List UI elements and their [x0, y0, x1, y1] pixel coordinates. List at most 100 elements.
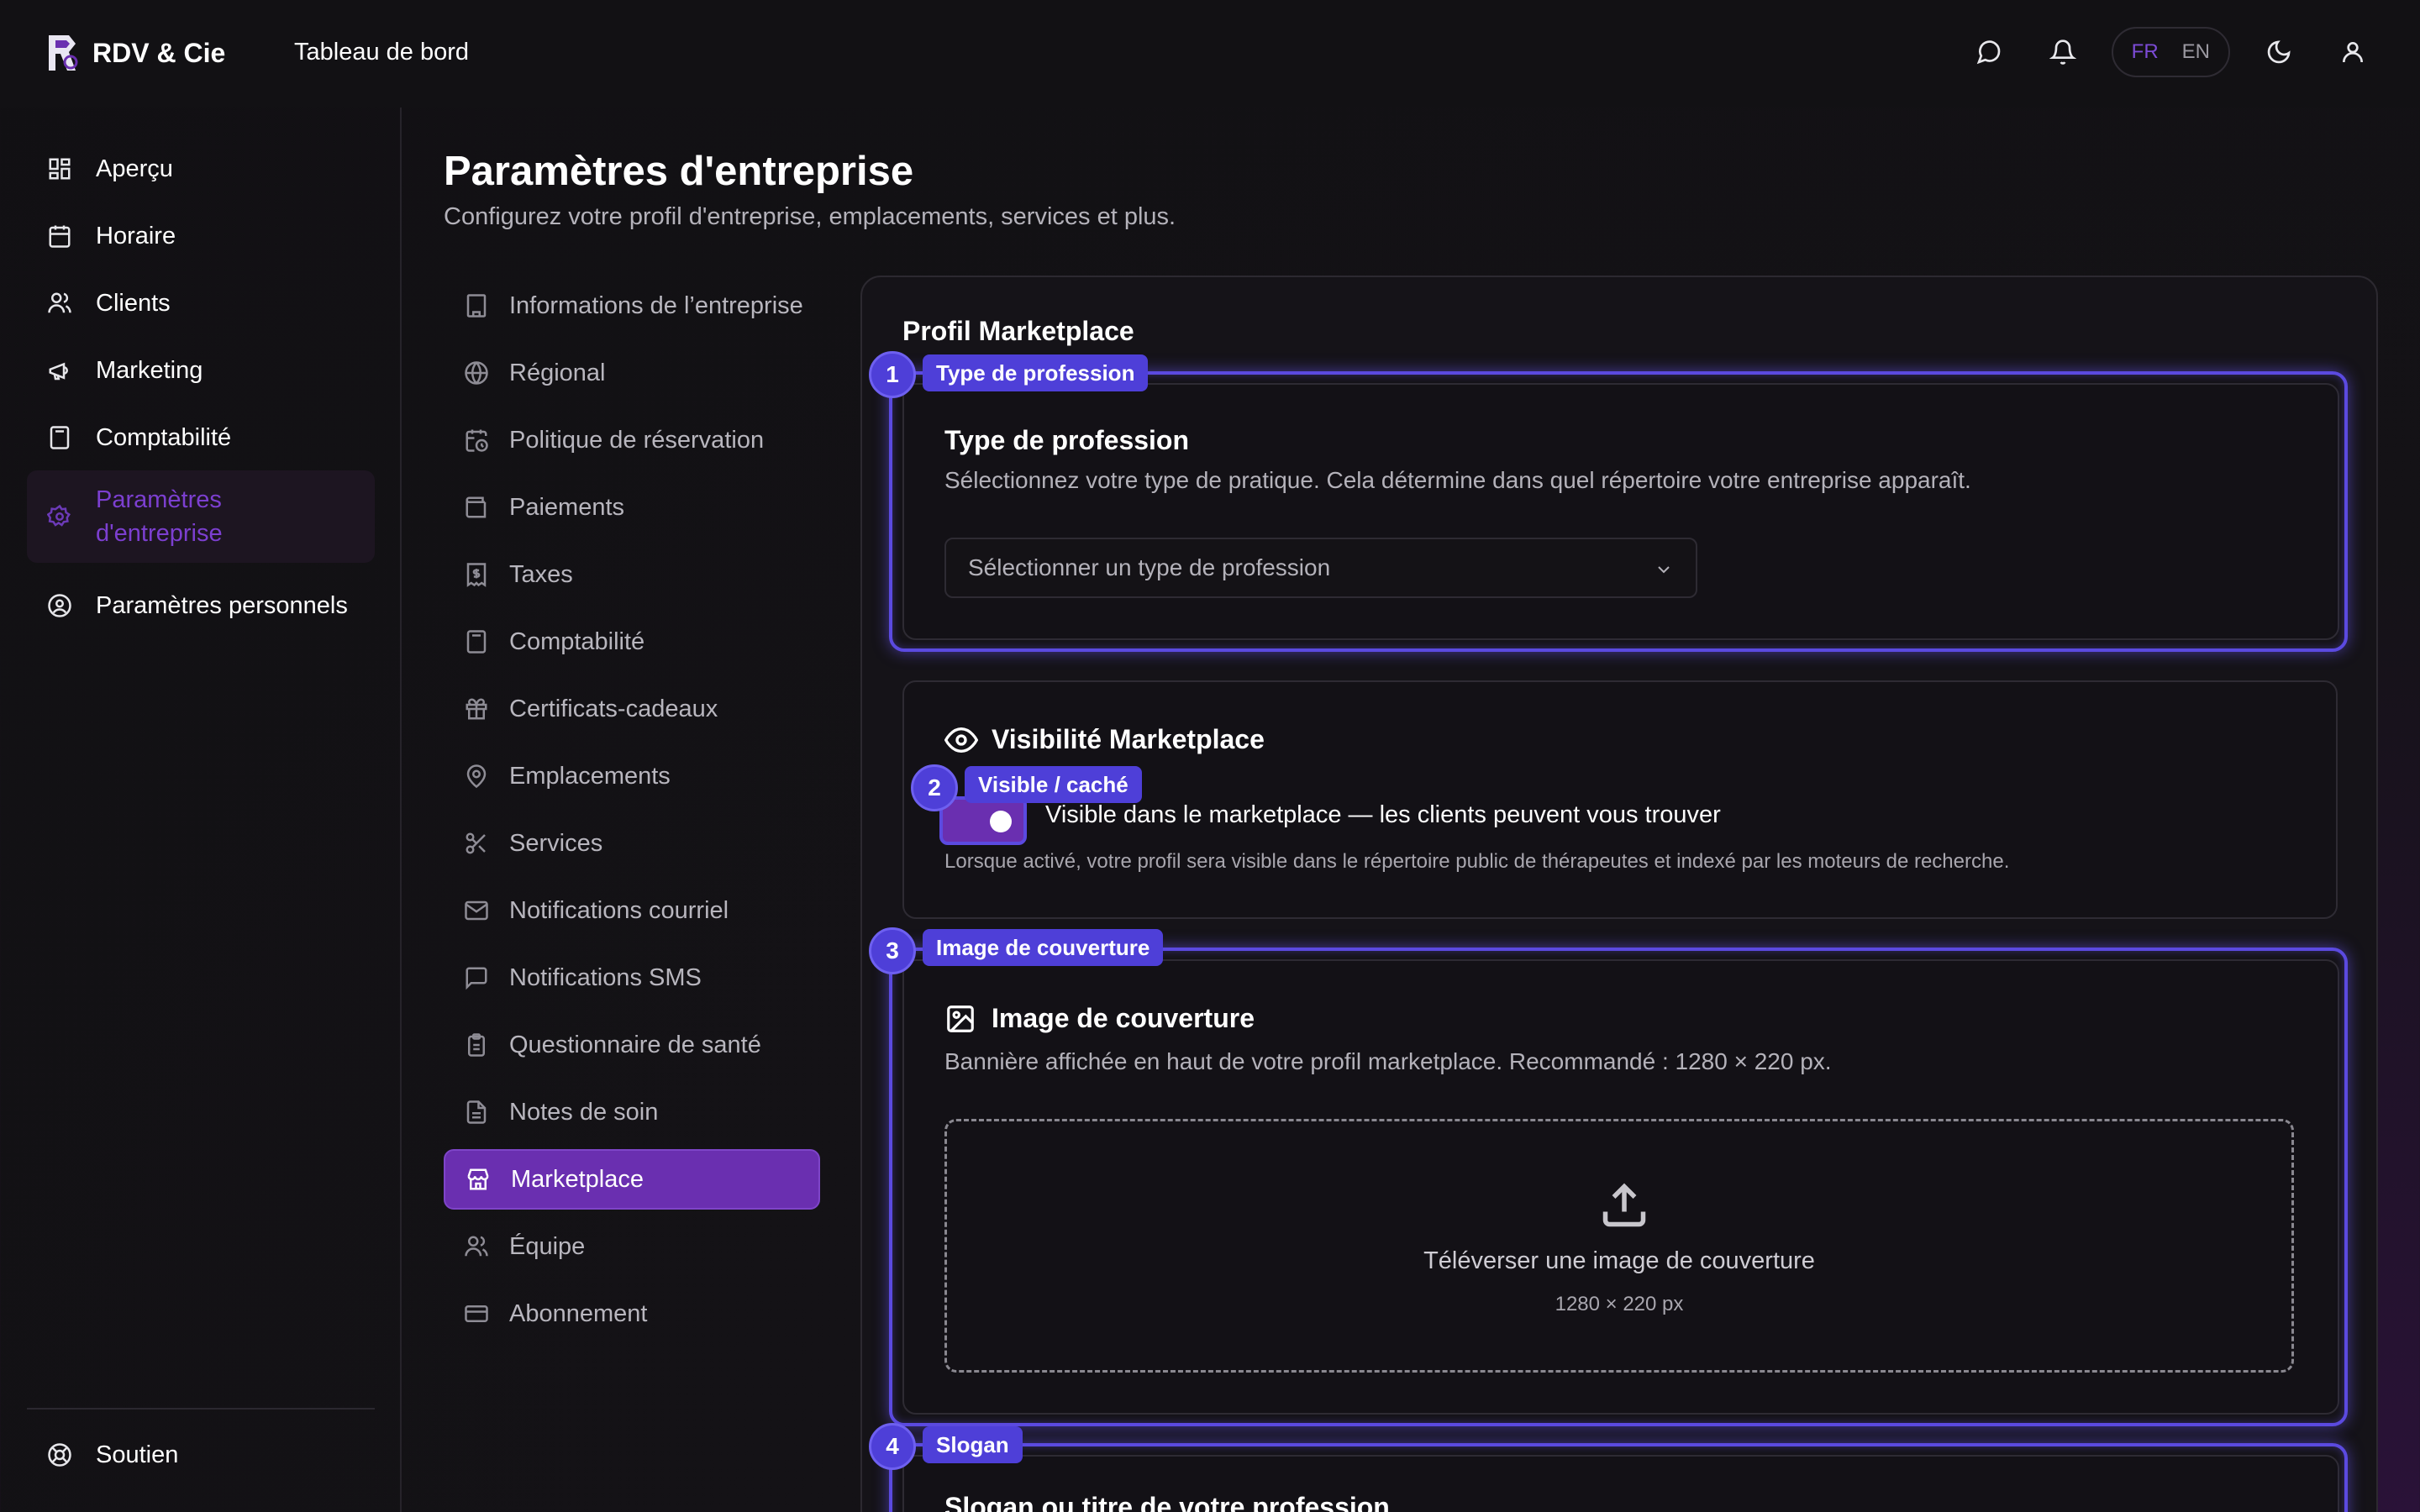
user-icon	[2343, 42, 2363, 63]
profession-select-value: Sélectionner un type de profession	[968, 554, 1331, 580]
visibility-toggle[interactable]	[939, 796, 1027, 845]
settings-nav-taxes[interactable]: Taxes	[444, 544, 820, 605]
settings-nav-regional[interactable]: Régional	[444, 343, 820, 403]
step-badge-1: 1	[869, 351, 916, 398]
life-buoy-icon	[48, 1443, 71, 1467]
settings-nav-label: Services	[509, 829, 603, 857]
user-circle-icon	[48, 594, 71, 617]
settings-nav-marketplace[interactable]: Marketplace	[444, 1149, 820, 1210]
clipboard-icon	[468, 1033, 485, 1057]
page-subtitle: Configurez votre profil d'entreprise, em…	[444, 203, 1176, 230]
theme-toggle-button[interactable]	[2254, 27, 2304, 77]
map-pin-icon	[466, 764, 487, 789]
sidebar-item-horaire[interactable]: Horaire	[27, 207, 375, 265]
sidebar-item-comptabilite[interactable]: Comptabilité	[27, 408, 375, 467]
chat-button[interactable]	[1964, 27, 2014, 77]
settings-nav-emplacements[interactable]: Emplacements	[444, 746, 820, 806]
settings-nav-paiements[interactable]: Paiements	[444, 477, 820, 538]
user-menu-button[interactable]	[2328, 27, 2378, 77]
settings-nav-questionnaire-sante[interactable]: Questionnaire de santé	[444, 1015, 820, 1075]
settings-nav-abonnement[interactable]: Abonnement	[444, 1284, 820, 1344]
sidebar-item-apercu[interactable]: Aperçu	[27, 139, 375, 198]
globe-icon	[465, 361, 488, 385]
image-icon	[947, 1005, 974, 1032]
brand-logo-icon	[49, 35, 78, 71]
settings-nav-label: Marketplace	[511, 1165, 644, 1193]
receipt-dollar-icon	[466, 563, 487, 587]
visibility-toggle-label: Visible dans le marketplace — les client…	[1045, 801, 1721, 828]
settings-nav-informations[interactable]: Informations de l’entreprise	[444, 276, 820, 336]
settings-nav-notifications-courriel[interactable]: Notifications courriel	[444, 880, 820, 941]
wallet-icon	[466, 496, 487, 518]
visibility-title: Visibilité Marketplace	[992, 724, 1265, 754]
cover-description: Bannière affichée en haut de votre profi…	[944, 1048, 1832, 1074]
settings-nav-comptabilite[interactable]: Comptabilité	[444, 612, 820, 672]
brand-name: RDV & Cie	[92, 37, 226, 68]
sidebar-item-parametres-personnels[interactable]: Paramètres personnels	[27, 576, 375, 635]
settings-nav-label: Équipe	[509, 1232, 586, 1260]
settings-nav-label: Emplacements	[509, 762, 671, 790]
credit-card-icon	[465, 1305, 488, 1322]
notifications-button[interactable]	[2038, 27, 2088, 77]
toggle-knob	[990, 811, 1012, 832]
settings-nav-label: Régional	[509, 359, 606, 386]
gear-icon	[47, 504, 71, 527]
settings-nav-services[interactable]: Services	[444, 813, 820, 874]
profession-select[interactable]: Sélectionner un type de profession	[944, 538, 1697, 598]
message-square-icon	[466, 967, 487, 990]
upload-title: Téléverser une image de couverture	[1423, 1247, 1815, 1274]
mail-icon	[465, 900, 488, 921]
sidebar-item-label: Soutien	[96, 1441, 179, 1468]
step-tag-cover: Image de couverture	[923, 929, 1164, 966]
settings-nav-label: Certificats-cadeaux	[509, 695, 718, 722]
gift-icon	[466, 698, 487, 720]
sidebar-divider	[27, 1408, 375, 1410]
step-badge-3: 3	[869, 927, 916, 974]
settings-nav-label: Abonnement	[509, 1299, 648, 1327]
sidebar-item-parametres-entreprise[interactable]: Paramètres d'entreprise	[27, 470, 375, 563]
calendar-clock-icon	[466, 429, 488, 452]
language-switcher: FR EN	[2111, 27, 2230, 77]
profession-description: Sélectionnez votre type de pratique. Cel…	[944, 467, 1971, 493]
profession-card	[902, 383, 2339, 640]
sidebar-item-label: Horaire	[96, 223, 176, 249]
settings-nav-label: Questionnaire de santé	[509, 1031, 761, 1058]
slogan-title: Slogan ou titre de votre profession	[944, 1492, 1390, 1512]
file-text-icon	[466, 1100, 487, 1124]
settings-nav-label: Politique de réservation	[509, 426, 765, 454]
sidebar-item-marketing[interactable]: Marketing	[27, 341, 375, 400]
calculator-icon	[50, 426, 70, 449]
settings-nav-notifications-sms[interactable]: Notifications SMS	[444, 948, 820, 1008]
sidebar-item-label: Marketing	[96, 357, 203, 384]
visibility-note: Lorsque activé, votre profil sera visibl…	[944, 850, 2010, 873]
step-badge-4: 4	[869, 1423, 916, 1470]
settings-nav-label: Notes de soin	[509, 1098, 659, 1126]
label-line-2: d'entreprise	[96, 520, 223, 547]
eye-icon	[944, 727, 978, 753]
lang-en-button[interactable]: EN	[2170, 40, 2222, 64]
sidebar-item-clients[interactable]: Clients	[27, 274, 375, 333]
calculator-icon	[466, 630, 487, 654]
settings-nav-label: Notifications courriel	[509, 896, 729, 924]
settings-nav-certificats-cadeaux[interactable]: Certificats-cadeaux	[444, 679, 820, 739]
settings-nav-notes-soin[interactable]: Notes de soin	[444, 1082, 820, 1142]
sidebar-item-soutien[interactable]: Soutien	[27, 1425, 375, 1484]
sidebar: Aperçu Horaire Clients Marketing Comptab…	[0, 108, 402, 1512]
settings-nav-label: Paiements	[509, 493, 625, 521]
brand[interactable]: RDV & Cie	[44, 32, 225, 74]
megaphone-icon	[49, 362, 68, 381]
bell-icon	[2049, 39, 2076, 65]
scissors-icon	[466, 832, 486, 854]
step-tag-profession: Type de profession	[923, 354, 1149, 391]
sidebar-item-label: Paramètres d'entreprise	[96, 483, 223, 550]
cover-upload-dropzone[interactable]: Téléverser une image de couverture 1280 …	[944, 1119, 2294, 1373]
moon-icon	[2267, 40, 2291, 64]
label-line-1: Paramètres	[96, 486, 222, 513]
step-tag-visibility: Visible / caché	[965, 766, 1142, 803]
settings-nav-equipe[interactable]: Équipe	[444, 1216, 820, 1277]
settings-nav-politique-reservation[interactable]: Politique de réservation	[444, 410, 820, 470]
step-tag-slogan: Slogan	[923, 1426, 1023, 1463]
lang-fr-button[interactable]: FR	[2120, 40, 2170, 64]
layout-grid-icon	[49, 158, 71, 180]
users-icon	[465, 1236, 488, 1257]
